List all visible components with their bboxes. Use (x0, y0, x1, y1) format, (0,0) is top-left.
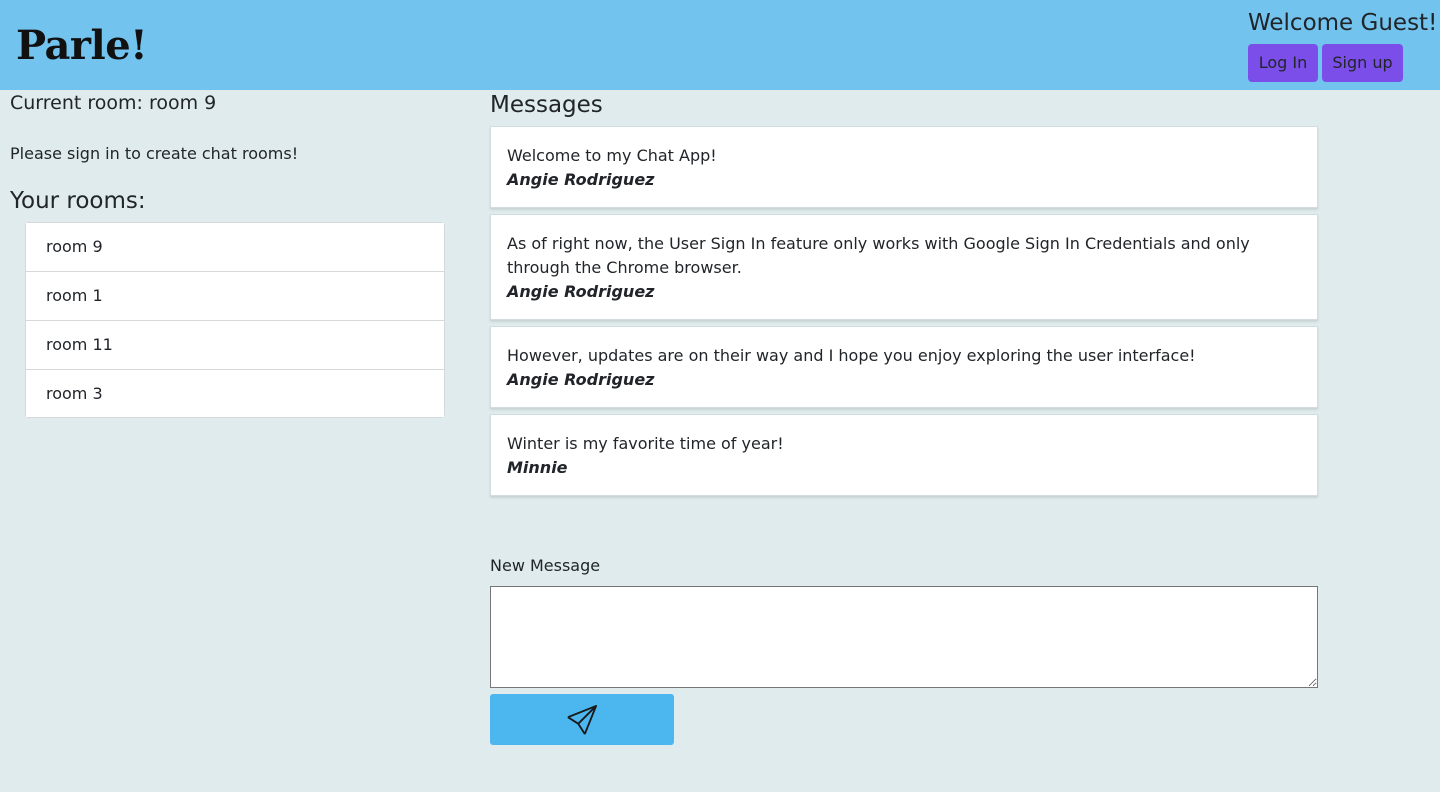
your-rooms-heading: Your rooms: (10, 188, 146, 214)
message-card: However, updates are on their way and I … (490, 326, 1318, 408)
send-button[interactable] (490, 694, 674, 745)
message-text: However, updates are on their way and I … (507, 346, 1196, 365)
room-list-item[interactable]: room 9 (26, 223, 444, 272)
messages-heading: Messages (490, 92, 603, 118)
message-text: Winter is my favorite time of year! (507, 434, 784, 453)
current-room-label: Current room: room 9 (10, 92, 217, 114)
message-card: Welcome to my Chat App! Angie Rodriguez (490, 126, 1318, 208)
sign-in-note: Please sign in to create chat rooms! (10, 144, 299, 163)
message-text: Welcome to my Chat App! (507, 146, 717, 165)
room-list: room 9 room 1 room 11 room 3 (25, 222, 445, 418)
log-in-button[interactable]: Log In (1248, 44, 1318, 82)
message-text: As of right now, the User Sign In featur… (507, 234, 1250, 277)
message-author: Angie Rodriguez (507, 370, 655, 389)
room-list-item[interactable]: room 11 (26, 321, 444, 370)
app-logo-title: Parle! (16, 22, 148, 69)
room-list-item[interactable]: room 3 (26, 370, 444, 417)
new-message-label: New Message (490, 556, 601, 575)
message-list: Welcome to my Chat App! Angie Rodriguez … (490, 126, 1318, 502)
message-card: Winter is my favorite time of year! Minn… (490, 414, 1318, 496)
sign-up-button[interactable]: Sign up (1322, 44, 1403, 82)
message-author: Angie Rodriguez (507, 282, 655, 301)
message-author: Angie Rodriguez (507, 170, 655, 189)
top-header: Parle! Welcome Guest! Log In Sign up (0, 0, 1440, 90)
new-message-input[interactable] (490, 586, 1318, 688)
welcome-text: Welcome Guest! (1248, 10, 1438, 36)
message-author: Minnie (507, 458, 568, 477)
message-card: As of right now, the User Sign In featur… (490, 214, 1318, 320)
paper-plane-icon (567, 704, 597, 734)
room-list-item[interactable]: room 1 (26, 272, 444, 321)
